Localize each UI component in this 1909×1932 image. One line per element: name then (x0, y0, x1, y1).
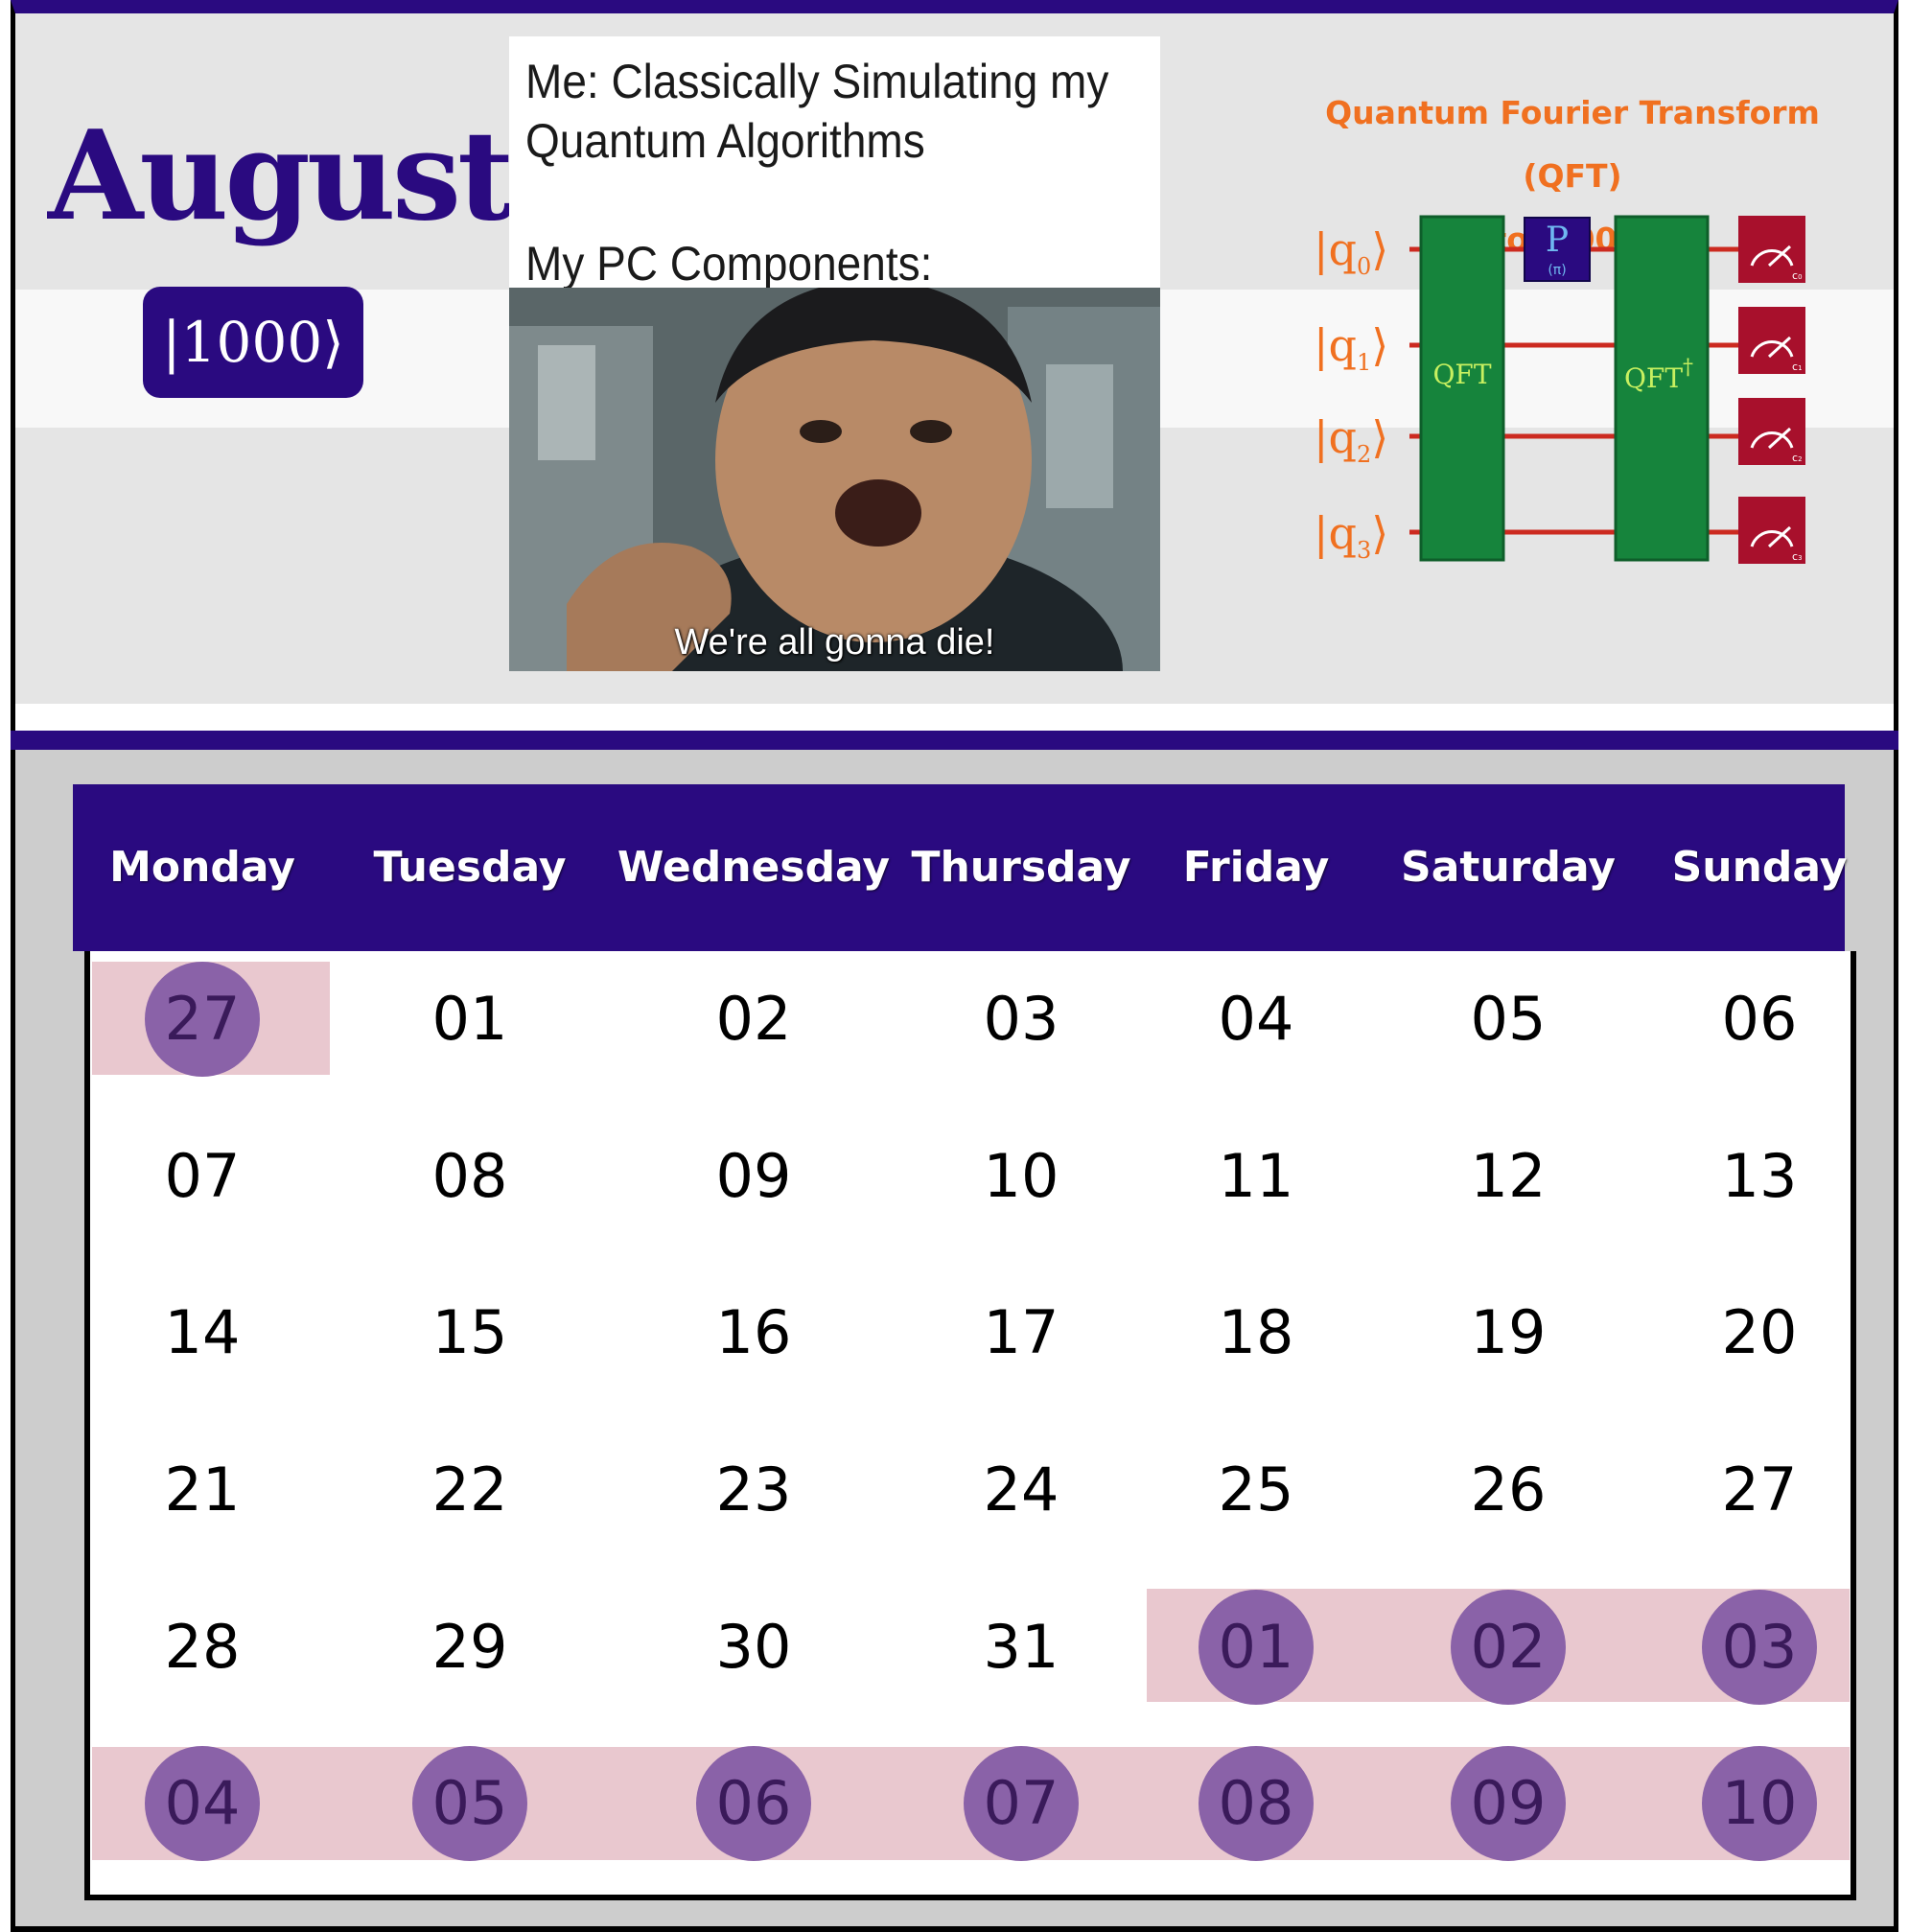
calendar-day[interactable]: 08 (1219, 1774, 1294, 1833)
weekday-thursday: Thursday (911, 843, 1131, 892)
calendar-day[interactable]: 06 (1722, 989, 1798, 1049)
calendar-day[interactable]: 31 (984, 1618, 1059, 1677)
calendar-day[interactable]: 27 (165, 989, 241, 1049)
measure-q0: c0 (1738, 216, 1805, 283)
circuit-title-line1: Quantum Fourier Transform (QFT) (1325, 94, 1820, 195)
calendar-day[interactable]: 07 (165, 1147, 241, 1206)
weekday-header: Monday Tuesday Wednesday Thursday Friday Satu… (73, 784, 1848, 951)
calendar-day[interactable]: 05 (1471, 989, 1547, 1049)
calendar-day[interactable]: 20 (1722, 1303, 1798, 1362)
phase-gate-param: (π) (1548, 263, 1566, 278)
calendar-day[interactable]: 02 (1471, 1618, 1547, 1677)
qubit-label-q3: |q3⟩ (1314, 507, 1388, 564)
month-title: August (48, 105, 514, 248)
qubit-label-q0: |q0⟩ (1314, 223, 1388, 280)
calendar-day[interactable]: 07 (984, 1774, 1059, 1833)
weekday-sunday: Sunday (1671, 843, 1848, 892)
ket-badge: |1000⟩ (143, 287, 363, 398)
calendar-day[interactable]: 01 (432, 989, 508, 1049)
measure-q3: c3 (1738, 497, 1805, 564)
qubit-label-q2: |q2⟩ (1314, 411, 1388, 468)
calendar-day[interactable]: 02 (716, 989, 792, 1049)
calendar-day[interactable]: 28 (165, 1618, 241, 1677)
qft-circuit-diagram: |q0⟩ |q1⟩ |q2⟩ |q3⟩ QFT P (π) QFT† c0 c1… (1314, 215, 1805, 564)
calendar-day[interactable]: 18 (1219, 1303, 1294, 1362)
calendar-day[interactable]: 11 (1219, 1147, 1294, 1206)
calendar-day[interactable]: 04 (165, 1774, 241, 1833)
weekday-wednesday: Wednesday (617, 843, 891, 892)
calendar-day[interactable]: 24 (984, 1460, 1059, 1520)
calendar-day[interactable]: 27 (1722, 1460, 1798, 1520)
weekday-monday: Monday (109, 843, 295, 892)
meme-caption-line3: My PC Components: (525, 237, 933, 291)
calendar-day[interactable]: 21 (165, 1460, 241, 1520)
calendar-day[interactable]: 19 (1471, 1303, 1547, 1362)
calendar-day[interactable]: 16 (716, 1303, 792, 1362)
qubit-label-q1: |q1⟩ (1314, 319, 1388, 376)
calendar-day[interactable]: 30 (716, 1618, 792, 1677)
calendar-day[interactable]: 09 (716, 1147, 792, 1206)
measure-q1: c1 (1738, 307, 1805, 374)
weekday-friday: Friday (1182, 843, 1330, 892)
measure-q2: c2 (1738, 398, 1805, 465)
calendar-day[interactable]: 25 (1219, 1460, 1294, 1520)
meme-caption: Me: Classically Simulating my Quantum Al… (509, 36, 1160, 291)
calendar-day[interactable]: 04 (1219, 989, 1294, 1049)
meme-caption-line1: Me: Classically Simulating my (525, 55, 1109, 108)
calendar-day[interactable]: 26 (1471, 1460, 1547, 1520)
calendar-day[interactable]: 09 (1471, 1774, 1547, 1833)
calendar-day[interactable]: 22 (432, 1460, 508, 1520)
weekday-tuesday: Tuesday (373, 843, 567, 892)
calendar-day[interactable]: 03 (984, 989, 1059, 1049)
calendar-day[interactable]: 15 (432, 1303, 508, 1362)
meme-subtitle: We're all gonna die! (674, 622, 995, 663)
meme-caption-line2: Quantum Algorithms (525, 114, 925, 168)
calendar-day[interactable]: 23 (716, 1460, 792, 1520)
calendar-day[interactable]: 06 (716, 1774, 792, 1833)
calendar-day[interactable]: 10 (1722, 1774, 1798, 1833)
calendar-day[interactable]: 08 (432, 1147, 508, 1206)
meme-image: Me: Classically Simulating my Quantum Al… (509, 36, 1160, 685)
calendar-day[interactable]: 03 (1722, 1618, 1798, 1677)
meme-photo-illustration (509, 288, 1160, 671)
calendar-day[interactable]: 29 (432, 1618, 508, 1677)
measurement-gates: c0 c1 c2 c3 (1738, 216, 1805, 564)
meme-photo: We're all gonna die! (509, 288, 1160, 671)
calendar-day[interactable]: 13 (1722, 1147, 1798, 1206)
calendar-day[interactable]: 05 (432, 1774, 508, 1833)
calendar-day[interactable]: 14 (165, 1303, 241, 1362)
calendar-day[interactable]: 01 (1219, 1618, 1294, 1677)
qft-gate-label: QFT (1432, 359, 1491, 390)
header-bottom-strip (15, 704, 1894, 731)
weekday-saturday: Saturday (1401, 843, 1616, 892)
calendar-day[interactable]: 17 (984, 1303, 1059, 1362)
calendar-day[interactable]: 12 (1471, 1147, 1547, 1206)
phase-gate-label: P (1546, 221, 1569, 260)
calendar-day[interactable]: 10 (984, 1147, 1059, 1206)
